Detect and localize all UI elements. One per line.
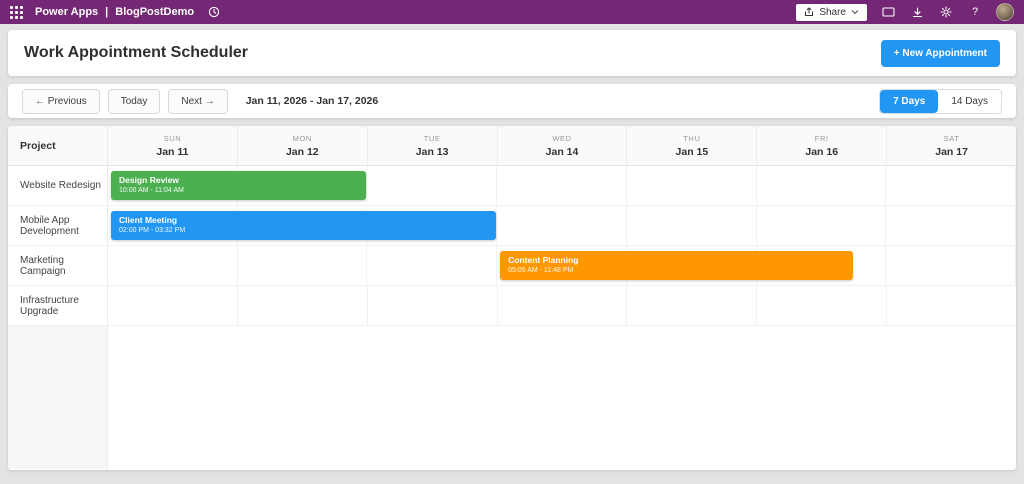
day-header-thu: THU Jan 15 (627, 126, 757, 165)
scheduler-empty-area (8, 326, 1016, 469)
weekday-label: SAT (944, 134, 960, 143)
weekday-label: WED (552, 134, 571, 143)
project-row: Infrastructure Upgrade (8, 286, 1016, 326)
view-14-days-button[interactable]: 14 Days (938, 90, 1001, 113)
project-name: Website Redesign (8, 166, 108, 205)
weekday-label: MON (293, 134, 312, 143)
day-cell[interactable] (887, 286, 1016, 325)
day-cell[interactable] (108, 246, 238, 285)
title-divider: | (105, 6, 108, 18)
environment-name: BlogPostDemo (115, 6, 194, 18)
project-name: Infrastructure Upgrade (8, 286, 108, 325)
event-bar[interactable]: Content Planning05:05 AM - 11:48 PM (500, 251, 853, 280)
new-appointment-button[interactable]: + New Appointment (881, 40, 1000, 67)
page-title: Work Appointment Scheduler (24, 44, 248, 62)
user-avatar[interactable] (996, 3, 1014, 21)
project-row: Website RedesignDesign Review10:00 AM - … (8, 166, 1016, 206)
day-cell[interactable] (886, 246, 1016, 285)
day-header-tue: TUE Jan 13 (368, 126, 498, 165)
event-title: Design Review (119, 175, 362, 186)
download-icon[interactable] (909, 4, 925, 20)
day-cell[interactable] (368, 286, 498, 325)
share-label: Share (819, 7, 846, 18)
next-button[interactable]: Next → (168, 89, 227, 114)
app-name: Power Apps (35, 6, 98, 18)
view-7-days-button[interactable]: 7 Days (880, 90, 938, 113)
view-range-toggle: 7 Days 14 Days (879, 89, 1002, 114)
title-card: Work Appointment Scheduler + New Appoint… (8, 30, 1016, 76)
day-header-fri: FRI Jan 16 (757, 126, 887, 165)
day-cell[interactable] (757, 286, 887, 325)
day-cell[interactable] (498, 286, 628, 325)
day-cell[interactable] (757, 166, 887, 205)
day-headers: SUN Jan 11 MON Jan 12 TUE Jan 13 WED Jan 14 THU J… (108, 126, 1016, 165)
scheduler-rows: Website RedesignDesign Review10:00 AM - … (8, 166, 1016, 326)
date-label: Jan 14 (546, 146, 579, 158)
previous-button[interactable]: ← Previous (22, 89, 100, 114)
day-cell[interactable] (886, 166, 1016, 205)
event-title: Client Meeting (119, 215, 492, 226)
day-cell[interactable] (238, 286, 368, 325)
row-day-cells (108, 286, 1016, 325)
chevron-down-icon (851, 9, 859, 15)
navigation-toolbar: ← Previous Today Next → Jan 11, 2026 - J… (8, 84, 1016, 118)
day-cell[interactable] (238, 246, 368, 285)
powerapps-top-bar: Power Apps | BlogPostDemo Share ? (0, 0, 1024, 24)
date-label: Jan 17 (935, 146, 968, 158)
day-cell[interactable] (757, 206, 887, 245)
date-label: Jan 13 (416, 146, 449, 158)
share-icon (804, 7, 814, 17)
event-time: 05:05 AM - 11:48 PM (508, 267, 849, 274)
date-label: Jan 16 (805, 146, 838, 158)
row-day-cells: Design Review10:00 AM - 11:04 AM (108, 166, 1016, 205)
project-row: Mobile App DevelopmentClient Meeting02:0… (8, 206, 1016, 246)
day-header-sun: SUN Jan 11 (108, 126, 238, 165)
weekday-label: TUE (424, 134, 441, 143)
day-header-mon: MON Jan 12 (238, 126, 368, 165)
event-time: 10:00 AM - 11:04 AM (119, 187, 362, 194)
event-bar[interactable]: Design Review10:00 AM - 11:04 AM (111, 171, 366, 200)
fit-to-window-icon[interactable] (880, 4, 896, 20)
project-name: Marketing Campaign (8, 246, 108, 285)
project-name: Mobile App Development (8, 206, 108, 245)
event-time: 02:00 PM - 03:32 PM (119, 227, 492, 234)
date-range-label: Jan 11, 2026 - Jan 17, 2026 (246, 95, 379, 107)
day-cell[interactable] (627, 206, 757, 245)
settings-gear-icon[interactable] (938, 4, 954, 20)
day-cell[interactable] (627, 286, 757, 325)
scheduler-header-row: Project SUN Jan 11 MON Jan 12 TUE Jan 13 WED Ja… (8, 126, 1016, 166)
event-bar[interactable]: Client Meeting02:00 PM - 03:32 PM (111, 211, 496, 240)
event-title: Content Planning (508, 255, 849, 266)
day-cell[interactable] (108, 286, 238, 325)
empty-grid-area (108, 326, 1016, 469)
session-clock-icon[interactable] (206, 4, 222, 20)
day-header-wed: WED Jan 14 (498, 126, 628, 165)
project-row: Marketing Campaign Content Planning05:05 … (8, 246, 1016, 286)
day-cell[interactable] (367, 166, 497, 205)
today-button[interactable]: Today (108, 89, 161, 114)
page-body: Work Appointment Scheduler + New Appoint… (0, 24, 1024, 470)
weekday-label: SUN (164, 134, 182, 143)
project-column-empty-strip (8, 326, 108, 469)
project-column-header: Project (8, 126, 108, 165)
date-label: Jan 15 (676, 146, 709, 158)
day-cell[interactable] (627, 166, 757, 205)
row-day-cells: Client Meeting02:00 PM - 03:32 PM (108, 206, 1016, 245)
weekday-label: FRI (815, 134, 829, 143)
date-label: Jan 12 (286, 146, 319, 158)
day-cell[interactable] (497, 166, 627, 205)
scheduler-grid: Project SUN Jan 11 MON Jan 12 TUE Jan 13 WED Ja… (8, 126, 1016, 470)
waffle-menu-icon[interactable] (10, 6, 23, 19)
help-icon[interactable]: ? (967, 4, 983, 20)
day-cell[interactable] (886, 206, 1016, 245)
day-cell[interactable] (497, 206, 627, 245)
weekday-label: THU (683, 134, 700, 143)
day-cell[interactable] (367, 246, 497, 285)
share-button[interactable]: Share (796, 4, 867, 21)
row-day-cells: Content Planning05:05 AM - 11:48 PM (108, 246, 1016, 285)
date-label: Jan 11 (156, 146, 188, 158)
day-header-sat: SAT Jan 17 (887, 126, 1016, 165)
app-title: Power Apps | BlogPostDemo (35, 6, 194, 18)
